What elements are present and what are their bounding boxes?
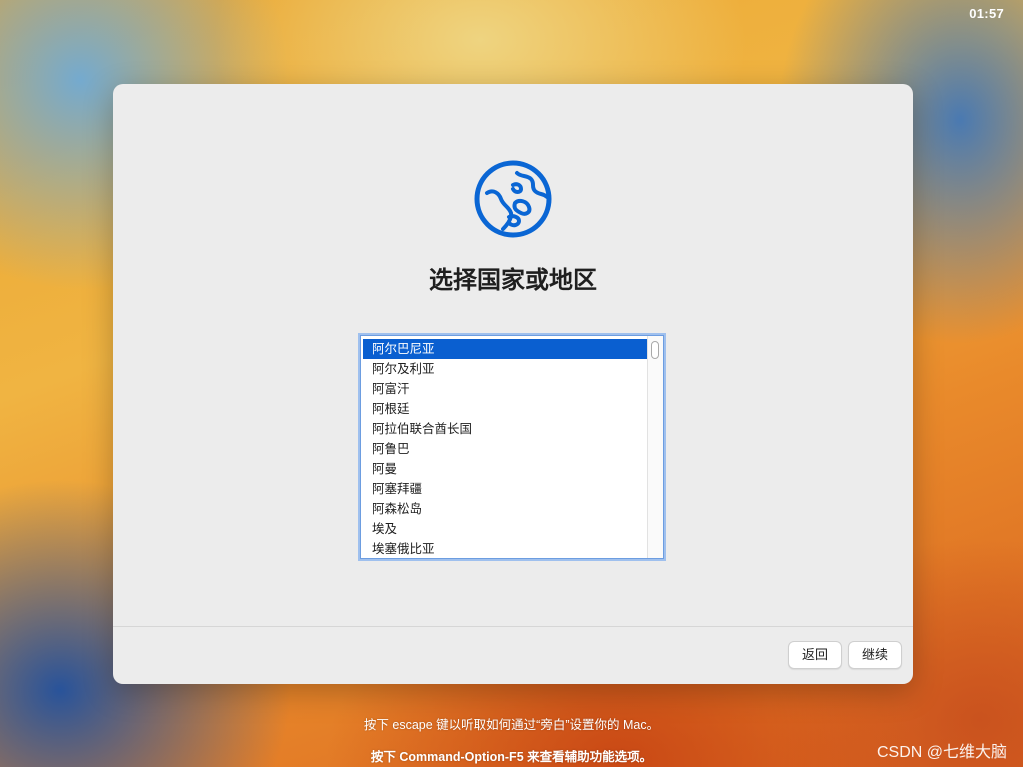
list-item[interactable]: 阿鲁巴 [363,439,647,459]
list-item[interactable]: 埃及 [363,519,647,539]
continue-button[interactable]: 继续 [848,641,903,669]
list-item[interactable]: 阿塞拜疆 [363,479,647,499]
menu-bar-clock: 01:57 [969,6,1004,21]
accessibility-hint: 按下 Command-Option-F5 来查看辅助功能选项。 [370,750,653,764]
list-item[interactable]: 阿尔及利亚 [363,359,647,379]
footer-divider [113,626,913,627]
page-title: 选择国家或地区 [429,267,597,294]
list-item[interactable]: 埃塞俄比亚 [363,539,647,558]
desktop-wallpaper: 01:57 选择国家或地区 阿尔巴尼亚 阿尔及利亚 阿富汗 阿根廷 阿拉伯联合酋… [0,0,1023,767]
list-item[interactable]: 阿拉伯联合酋长国 [363,419,647,439]
country-list-items: 阿尔巴尼亚 阿尔及利亚 阿富汗 阿根廷 阿拉伯联合酋长国 阿鲁巴 阿曼 阿塞拜疆… [363,339,647,558]
voiceover-hint: 按下 escape 键以听取如何通过“旁白”设置你的 Mac。 [363,718,660,732]
list-item[interactable]: 阿森松岛 [363,499,647,519]
list-item[interactable]: 阿根廷 [363,399,647,419]
scrollbar-thumb[interactable] [651,341,659,359]
list-item[interactable]: 阿曼 [363,459,647,479]
country-region-list[interactable]: 阿尔巴尼亚 阿尔及利亚 阿富汗 阿根廷 阿拉伯联合酋长国 阿鲁巴 阿曼 阿塞拜疆… [360,335,664,559]
list-item-selected[interactable]: 阿尔巴尼亚 [363,339,647,359]
globe-icon [474,160,552,238]
back-button[interactable]: 返回 [788,641,843,669]
watermark: CSDN @七维大脑 [876,744,1007,761]
setup-assistant-window: 选择国家或地区 阿尔巴尼亚 阿尔及利亚 阿富汗 阿根廷 阿拉伯联合酋长国 阿鲁巴… [113,84,913,684]
list-scrollbar[interactable] [647,336,663,558]
list-item[interactable]: 阿富汗 [363,379,647,399]
